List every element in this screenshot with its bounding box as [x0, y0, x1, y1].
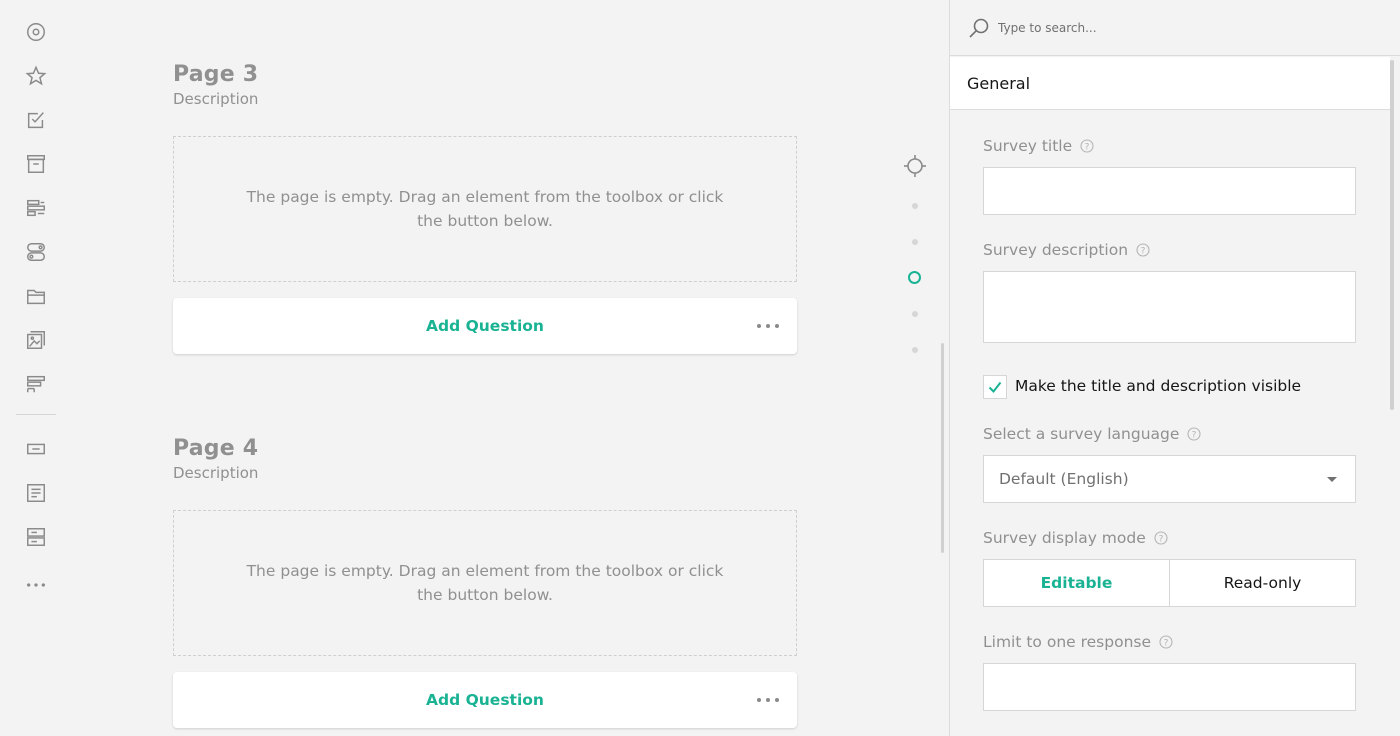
- survey-title-input[interactable]: [983, 167, 1356, 215]
- empty-page-message: The page is empty. Drag an element from …: [246, 188, 724, 230]
- empty-page-dropzone[interactable]: The page is empty. Drag an element from …: [173, 136, 797, 282]
- add-question-bar: Add Question: [173, 298, 797, 354]
- boolean-icon[interactable]: [24, 240, 48, 264]
- help-icon[interactable]: ?: [1154, 531, 1168, 545]
- language-selected-value: Default (English): [999, 470, 1129, 488]
- imagepicker-icon[interactable]: [24, 328, 48, 352]
- display-mode-editable-button[interactable]: Editable: [984, 560, 1169, 606]
- comment-icon[interactable]: [24, 481, 48, 505]
- survey-title-label-text: Survey title: [983, 137, 1073, 155]
- radiogroup-icon[interactable]: [24, 20, 48, 44]
- rating-icon[interactable]: [24, 64, 48, 88]
- svg-text:?: ?: [1141, 246, 1146, 256]
- language-label-text: Select a survey language: [983, 425, 1180, 443]
- category-general[interactable]: General: [950, 57, 1390, 110]
- search-icon: [969, 18, 989, 38]
- limit-response-input[interactable]: [983, 663, 1356, 711]
- survey-description-label: Survey description ?: [983, 241, 1150, 259]
- page-title[interactable]: Page 3: [173, 62, 797, 87]
- page-title[interactable]: Page 4: [173, 436, 797, 461]
- property-search-bar: [950, 0, 1400, 56]
- limit-response-label: Limit to one response ?: [983, 633, 1173, 651]
- multipletext-icon[interactable]: [24, 525, 48, 549]
- page-description[interactable]: Description: [173, 464, 797, 482]
- display-mode-label-text: Survey display mode: [983, 529, 1146, 547]
- property-grid: General Survey title ? Survey descriptio…: [949, 0, 1400, 736]
- visible-checkbox-label[interactable]: Make the title and description visible: [1015, 377, 1301, 395]
- svg-text:?: ?: [1158, 534, 1163, 544]
- page-navigator-dot[interactable]: [912, 239, 918, 245]
- page-navigator-current[interactable]: [908, 271, 921, 284]
- crosshair-icon[interactable]: [903, 154, 927, 178]
- svg-text:?: ?: [1192, 430, 1197, 440]
- question-type-menu-icon[interactable]: [757, 690, 779, 710]
- display-mode-label: Survey display mode ?: [983, 529, 1168, 547]
- visible-checkbox[interactable]: [983, 375, 1007, 399]
- check-icon: [988, 381, 1002, 394]
- help-icon[interactable]: ?: [1080, 139, 1094, 153]
- add-question-button[interactable]: Add Question: [426, 317, 544, 335]
- survey-title-label: Survey title ?: [983, 137, 1094, 155]
- dropdown-icon[interactable]: [24, 152, 48, 176]
- chevron-down-icon: [1327, 477, 1337, 482]
- add-question-button[interactable]: Add Question: [426, 691, 544, 709]
- help-icon[interactable]: ?: [1136, 243, 1150, 257]
- add-question-bar: Add Question: [173, 672, 797, 728]
- language-dropdown[interactable]: Default (English): [983, 455, 1356, 503]
- more-icon[interactable]: [24, 573, 48, 597]
- survey-description-label-text: Survey description: [983, 241, 1129, 259]
- empty-page-message: The page is empty. Drag an element from …: [246, 562, 724, 604]
- survey-description-input[interactable]: [983, 271, 1356, 343]
- display-mode-switch: Editable Read-only: [983, 559, 1356, 607]
- language-label: Select a survey language ?: [983, 425, 1201, 443]
- tagbox-icon[interactable]: [24, 196, 48, 220]
- question-type-menu-icon[interactable]: [757, 316, 779, 336]
- page-description[interactable]: Description: [173, 90, 797, 108]
- display-mode-readonly-button[interactable]: Read-only: [1169, 560, 1355, 606]
- property-grid-scrollbar[interactable]: [1390, 60, 1394, 410]
- svg-text:?: ?: [1164, 638, 1169, 648]
- ranking-icon[interactable]: [24, 372, 48, 396]
- page-3: Page 3 Description The page is empty. Dr…: [173, 62, 797, 354]
- property-search-input[interactable]: [998, 18, 1378, 38]
- checkbox-icon[interactable]: [24, 108, 48, 132]
- page-navigator-dot[interactable]: [912, 311, 918, 317]
- limit-response-label-text: Limit to one response: [983, 633, 1152, 651]
- toolbox: [0, 0, 72, 736]
- text-icon[interactable]: [24, 437, 48, 461]
- empty-page-dropzone[interactable]: The page is empty. Drag an element from …: [173, 510, 797, 656]
- help-icon[interactable]: ?: [1159, 635, 1173, 649]
- page-navigator-dot[interactable]: [912, 347, 918, 353]
- svg-text:?: ?: [1085, 142, 1090, 152]
- page-navigator-dot[interactable]: [912, 203, 918, 209]
- toolbox-separator: [16, 414, 56, 415]
- designer-scrollbar[interactable]: [941, 343, 944, 553]
- help-icon[interactable]: ?: [1187, 427, 1201, 441]
- file-icon[interactable]: [24, 284, 48, 308]
- page-4: Page 4 Description The page is empty. Dr…: [173, 436, 797, 728]
